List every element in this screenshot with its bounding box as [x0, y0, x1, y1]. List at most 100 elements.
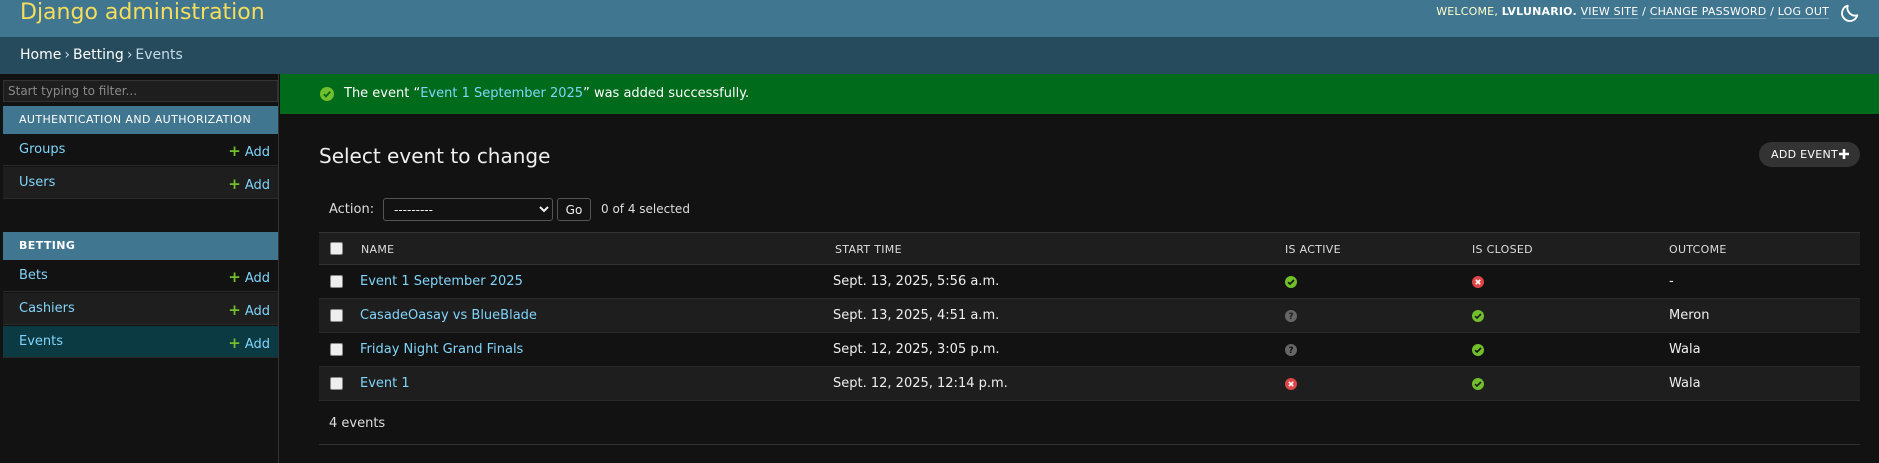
- column-header-outcome[interactable]: OUTCOME: [1669, 243, 1727, 256]
- table-row: CasadeOasay vs BlueBlade Sept. 13, 2025,…: [319, 299, 1860, 333]
- table-row: Friday Night Grand Finals Sept. 12, 2025…: [319, 333, 1860, 367]
- add-label: Add: [244, 178, 270, 193]
- user-tools: WELCOME, LVLUNARIO. VIEW SITE / CHANGE P…: [1436, 4, 1829, 20]
- separator: /: [1770, 5, 1775, 18]
- breadcrumb: Home › Betting › Events: [0, 37, 1879, 74]
- plus-icon: +: [228, 268, 241, 286]
- unknown-icon: ?: [1285, 310, 1297, 322]
- moon-icon: [1841, 4, 1859, 22]
- start-time-cell: Sept. 12, 2025, 12:14 p.m.: [833, 376, 1008, 391]
- sidebar-item-users-link[interactable]: Users: [19, 175, 55, 190]
- add-label: Add: [244, 271, 270, 286]
- add-label: Add: [244, 304, 270, 319]
- welcome-text: WELCOME,: [1436, 5, 1499, 18]
- log-out-link[interactable]: LOG OUT: [1777, 5, 1829, 19]
- header: Django administration WELCOME, LVLUNARIO…: [0, 0, 1879, 37]
- column-header-name[interactable]: NAME: [361, 243, 394, 256]
- start-time-cell: Sept. 13, 2025, 5:56 a.m.: [833, 274, 1000, 289]
- nav-filter-input[interactable]: [3, 80, 278, 102]
- add-user-button[interactable]: + Add: [228, 175, 270, 193]
- event-name-link[interactable]: CasadeOasay vs BlueBlade: [360, 308, 537, 323]
- svg-text:?: ?: [1288, 312, 1293, 322]
- sidebar-item-cashiers-link[interactable]: Cashiers: [19, 301, 75, 316]
- breadcrumb-separator: ›: [64, 47, 70, 63]
- breadcrumb-home[interactable]: Home: [20, 47, 61, 63]
- sidebar-item-bets: Bets + Add: [3, 260, 278, 292]
- action-label: Action:: [329, 202, 375, 217]
- selected-count: 0 of 4 selected: [601, 202, 690, 216]
- message-event-link[interactable]: Event 1 September 2025: [420, 86, 583, 101]
- username: LVLUNARIO.: [1501, 5, 1577, 18]
- add-event-button[interactable]: ADD EVENT: [1759, 142, 1860, 167]
- sidebar-item-events: Events + Add: [3, 326, 278, 358]
- paginator: 4 events: [319, 403, 1860, 445]
- site-name[interactable]: Django administration: [20, 0, 265, 30]
- outcome-cell: -: [1669, 274, 1674, 289]
- column-header-start-time[interactable]: START TIME: [835, 243, 902, 256]
- no-icon: [1285, 378, 1297, 390]
- table-row: Event 1 Sept. 12, 2025, 12:14 p.m. Wala: [319, 367, 1860, 401]
- plus-icon: +: [228, 175, 241, 193]
- yes-icon: [1472, 378, 1484, 390]
- yes-icon: [1472, 310, 1484, 322]
- plus-icon: [1839, 149, 1849, 159]
- breadcrumb-current: Events: [135, 47, 183, 63]
- sidebar-item-groups-link[interactable]: Groups: [19, 142, 65, 157]
- action-select[interactable]: ---------: [383, 198, 553, 221]
- add-bet-button[interactable]: + Add: [228, 268, 270, 286]
- add-label: Add: [244, 337, 270, 352]
- change-password-link[interactable]: CHANGE PASSWORD: [1649, 5, 1767, 19]
- no-icon: [1472, 276, 1484, 288]
- result-count: 4 events: [329, 416, 386, 431]
- page-title: Select event to change: [319, 144, 551, 168]
- success-check-icon: [320, 87, 334, 101]
- plus-icon: +: [228, 142, 241, 160]
- plus-icon: +: [228, 334, 241, 352]
- sidebar-item-bets-link[interactable]: Bets: [19, 268, 48, 283]
- outcome-cell: Wala: [1669, 342, 1701, 357]
- event-name-link[interactable]: Event 1: [360, 376, 410, 391]
- event-name-link[interactable]: Event 1 September 2025: [360, 274, 523, 289]
- column-header-is-active[interactable]: IS ACTIVE: [1285, 243, 1341, 256]
- plus-icon: +: [228, 301, 241, 319]
- success-message-text: The event “Event 1 September 2025” was a…: [344, 86, 749, 101]
- add-event-label: ADD EVENT: [1771, 148, 1839, 161]
- success-message: The event “Event 1 September 2025” was a…: [280, 74, 1879, 114]
- select-all-checkbox[interactable]: [330, 242, 343, 255]
- theme-toggle-button[interactable]: [1839, 2, 1861, 24]
- view-site-link[interactable]: VIEW SITE: [1580, 5, 1639, 19]
- sidebar-item-events-link[interactable]: Events: [19, 334, 63, 349]
- row-checkbox[interactable]: [330, 377, 343, 390]
- breadcrumb-betting[interactable]: Betting: [73, 47, 124, 63]
- actions-bar: Action: --------- Go 0 of 4 selected: [319, 194, 1860, 232]
- start-time-cell: Sept. 12, 2025, 3:05 p.m.: [833, 342, 1000, 357]
- column-header-is-closed[interactable]: IS CLOSED: [1472, 243, 1533, 256]
- outcome-cell: Meron: [1669, 308, 1710, 323]
- message-prefix: The event “: [344, 86, 421, 101]
- row-checkbox[interactable]: [330, 343, 343, 356]
- row-checkbox[interactable]: [330, 275, 343, 288]
- message-suffix: ” was added successfully.: [583, 86, 750, 101]
- nav-sidebar: AUTHENTICATION AND AUTHORIZATION Groups …: [0, 74, 279, 463]
- yes-icon: [1472, 344, 1484, 356]
- module-caption-auth[interactable]: AUTHENTICATION AND AUTHORIZATION: [3, 106, 278, 134]
- go-button[interactable]: Go: [557, 198, 591, 221]
- table-header: NAME START TIME IS ACTIVE IS CLOSED OUTC…: [319, 232, 1860, 265]
- yes-icon: [1285, 276, 1297, 288]
- module-caption-betting[interactable]: BETTING: [3, 232, 278, 260]
- sidebar-item-cashiers: Cashiers + Add: [3, 293, 278, 325]
- svg-text:?: ?: [1288, 346, 1293, 356]
- add-event-sidebar-button[interactable]: + Add: [228, 334, 270, 352]
- sidebar-item-users: Users + Add: [3, 167, 278, 199]
- table-row: Event 1 September 2025 Sept. 13, 2025, 5…: [319, 265, 1860, 299]
- sidebar-item-groups: Groups + Add: [3, 134, 278, 166]
- separator: /: [1642, 5, 1646, 18]
- row-checkbox[interactable]: [330, 309, 343, 322]
- event-name-link[interactable]: Friday Night Grand Finals: [360, 342, 523, 357]
- breadcrumb-separator: ›: [126, 47, 133, 63]
- add-label: Add: [244, 145, 270, 160]
- add-cashier-button[interactable]: + Add: [228, 301, 270, 319]
- add-group-button[interactable]: + Add: [228, 142, 270, 160]
- start-time-cell: Sept. 13, 2025, 4:51 a.m.: [833, 308, 1000, 323]
- unknown-icon: ?: [1285, 344, 1297, 356]
